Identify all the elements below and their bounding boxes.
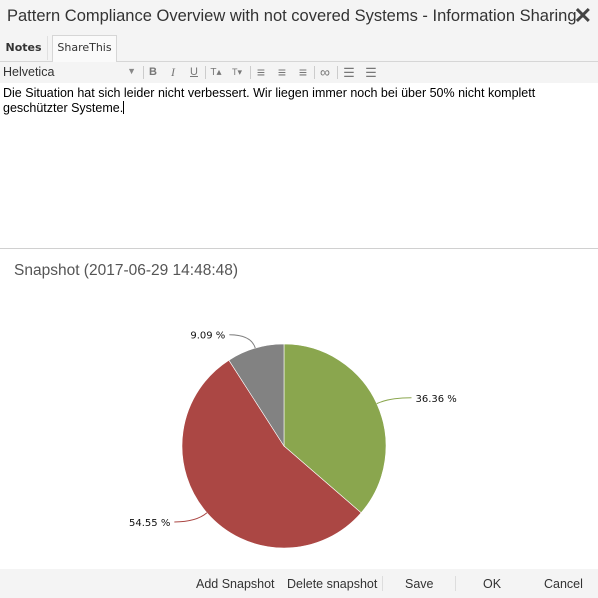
toolbar-separator — [143, 66, 144, 79]
bold-icon[interactable]: B — [145, 64, 161, 81]
superscript-icon[interactable]: T▴ — [207, 64, 225, 81]
close-icon[interactable]: ✕ — [574, 3, 592, 29]
ordered-list-icon[interactable]: ☰ — [341, 64, 357, 81]
dialog-footer: Add Snapshot Delete snapshot Save OK Can… — [0, 569, 598, 598]
notes-text: Die Situation hat sich leider nicht verb… — [3, 86, 536, 115]
save-button[interactable]: Save — [405, 577, 434, 591]
editor-toolbar: Helvetica ▼ B I U T▴ T▾ ≡ ≡ ≡ ∞ ☰ ☰ — [0, 62, 598, 83]
text-cursor — [123, 101, 125, 114]
font-family-value: Helvetica — [3, 65, 55, 79]
toolbar-separator — [205, 66, 206, 79]
notes-editor[interactable]: Die Situation hat sich leider nicht verb… — [3, 86, 593, 116]
link-icon[interactable]: ∞ — [317, 64, 333, 81]
align-right-icon[interactable]: ≡ — [295, 64, 311, 81]
underline-icon[interactable]: U — [186, 64, 202, 81]
delete-snapshot-button[interactable]: Delete snapshot — [287, 577, 377, 591]
cancel-button[interactable]: Cancel — [544, 577, 583, 591]
window-title: Pattern Compliance Overview with not cov… — [7, 7, 577, 25]
tab-notes[interactable]: Notes — [0, 36, 48, 60]
pie-chart: 36.36 % 54.55 % 9.09 % — [129, 331, 457, 549]
ok-button[interactable]: OK — [483, 577, 501, 591]
align-center-icon[interactable]: ≡ — [274, 64, 290, 81]
leader-line — [376, 397, 412, 405]
footer-separator — [455, 576, 456, 591]
toolbar-separator — [250, 66, 251, 79]
chevron-down-icon: ▼ — [127, 66, 136, 76]
snapshot-title: Snapshot (2017-06-29 14:48:48) — [14, 262, 239, 279]
subscript-icon[interactable]: T▾ — [228, 64, 246, 81]
tab-sharethis[interactable]: ShareThis — [52, 35, 117, 62]
unordered-list-icon[interactable]: ☰ — [363, 64, 379, 81]
section-divider — [0, 248, 598, 249]
footer-separator — [382, 576, 383, 591]
data-label: 36.36 % — [416, 394, 457, 405]
toolbar-separator — [314, 66, 315, 79]
align-left-icon[interactable]: ≡ — [253, 64, 269, 81]
tab-bar: Notes ShareThis — [0, 34, 598, 62]
leader-line — [229, 334, 256, 349]
data-label: 9.09 % — [190, 331, 225, 342]
add-snapshot-button[interactable]: Add Snapshot — [196, 577, 275, 591]
italic-icon[interactable]: I — [165, 64, 181, 81]
title-bar: Pattern Compliance Overview with not cov… — [0, 0, 598, 34]
leader-line — [174, 512, 208, 523]
data-label: 54.55 % — [129, 518, 170, 529]
font-family-select[interactable]: Helvetica ▼ — [3, 65, 138, 79]
toolbar-separator — [337, 66, 338, 79]
